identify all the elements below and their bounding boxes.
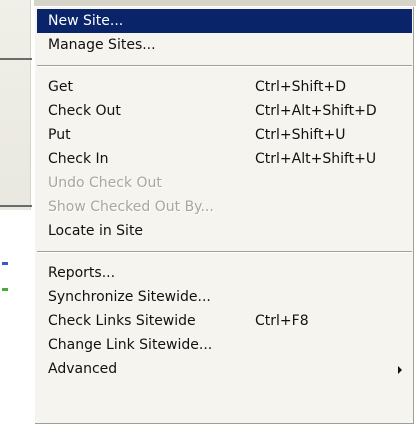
menu-item-label: Show Checked Out By... — [48, 199, 214, 215]
site-menu: New Site... Manage Sites... Get Ctrl+Shi… — [34, 6, 414, 424]
menu-item-shortcut: Ctrl+F8 — [255, 313, 309, 329]
menu-item-locate-in-site[interactable]: Locate in Site — [37, 219, 412, 243]
menu-item-shortcut: Ctrl+Shift+U — [255, 127, 346, 143]
background-code-mark — [2, 262, 8, 265]
background-window — [0, 0, 34, 426]
submenu-arrow-icon — [398, 366, 402, 374]
menu-item-label: Reports... — [48, 265, 116, 281]
menu-item-shortcut: Ctrl+Alt+Shift+D — [255, 103, 377, 119]
background-divider — [0, 205, 32, 207]
menu-item-change-link-sitewide[interactable]: Change Link Sitewide... — [37, 333, 412, 357]
menu-item-label: Check Out — [48, 103, 121, 119]
background-code-mark — [2, 288, 8, 291]
menu-item-reports[interactable]: Reports... — [37, 261, 412, 285]
menu-item-shortcut: Ctrl+Shift+D — [255, 79, 346, 95]
menu-item-label: Manage Sites... — [48, 37, 156, 53]
menu-item-label: Locate in Site — [48, 223, 144, 239]
menu-item-get[interactable]: Get Ctrl+Shift+D — [37, 75, 412, 99]
menu-item-label: Check In — [48, 151, 109, 167]
menu-item-advanced[interactable]: Advanced — [37, 357, 412, 381]
menu-item-new-site[interactable]: New Site... — [37, 9, 412, 33]
menu-item-label: Check Links Sitewide — [48, 313, 196, 329]
menu-item-undo-check-out: Undo Check Out — [37, 171, 412, 195]
menu-item-show-checked-out-by: Show Checked Out By... — [37, 195, 412, 219]
menu-item-label: Change Link Sitewide... — [48, 337, 213, 353]
menu-item-label: Put — [48, 127, 71, 143]
menu-item-put[interactable]: Put Ctrl+Shift+U — [37, 123, 412, 147]
menu-separator — [37, 251, 412, 253]
menu-item-synchronize-sitewide[interactable]: Synchronize Sitewide... — [37, 285, 412, 309]
menu-separator — [37, 65, 412, 67]
menu-item-shortcut: Ctrl+Alt+Shift+U — [255, 151, 377, 167]
menu-item-label: New Site... — [48, 13, 124, 29]
menu-item-check-links-sitewide[interactable]: Check Links Sitewide Ctrl+F8 — [37, 309, 412, 333]
menu-item-label: Advanced — [48, 361, 118, 377]
background-divider — [0, 58, 32, 60]
menu-item-label: Synchronize Sitewide... — [48, 289, 211, 305]
menu-item-manage-sites[interactable]: Manage Sites... — [37, 33, 412, 57]
menu-item-check-out[interactable]: Check Out Ctrl+Alt+Shift+D — [37, 99, 412, 123]
menu-item-label: Get — [48, 79, 73, 95]
screen: New Site... Manage Sites... Get Ctrl+Shi… — [0, 0, 416, 426]
menu-item-label: Undo Check Out — [48, 175, 162, 191]
background-panel — [0, 0, 31, 210]
menu-item-check-in[interactable]: Check In Ctrl+Alt+Shift+U — [37, 147, 412, 171]
